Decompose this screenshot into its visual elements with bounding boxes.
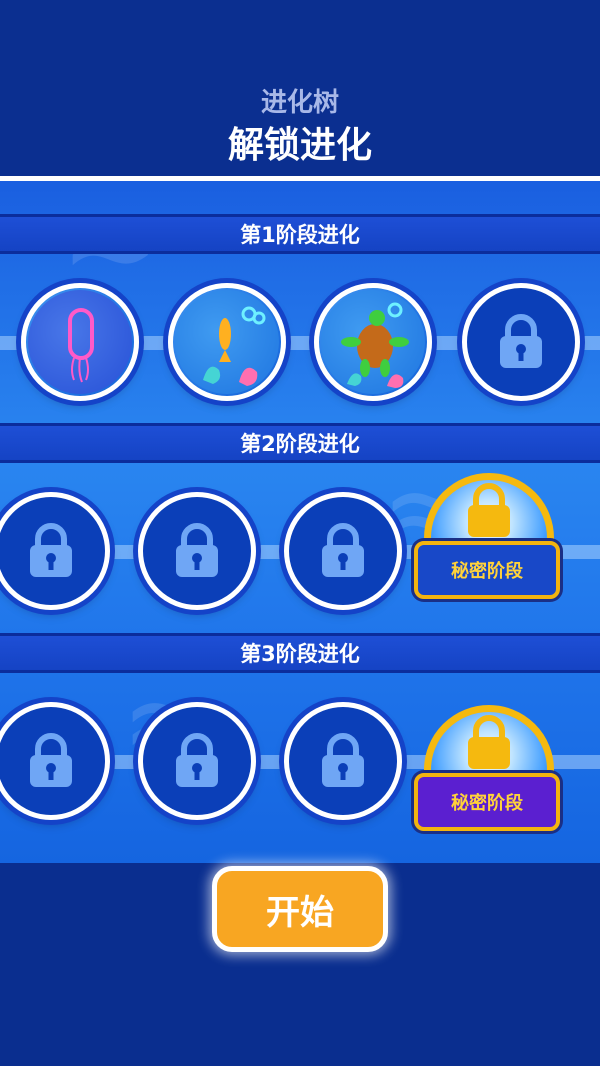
node-locked[interactable] bbox=[138, 492, 256, 610]
node-turtle[interactable] bbox=[314, 283, 432, 401]
lock-icon bbox=[500, 314, 542, 368]
lock-icon bbox=[322, 523, 364, 577]
gold-lock-icon bbox=[468, 483, 510, 537]
header: 进化树 解锁进化 bbox=[0, 0, 600, 176]
lock-icon bbox=[176, 523, 218, 577]
node-fish[interactable] bbox=[168, 283, 286, 401]
node-locked[interactable] bbox=[138, 702, 256, 820]
bacteria-icon bbox=[28, 290, 132, 394]
node-locked[interactable] bbox=[284, 702, 402, 820]
page-subtitle: 进化树 bbox=[260, 88, 339, 118]
lock-icon bbox=[30, 733, 72, 787]
secret-stage-2[interactable]: 秘密阶段 bbox=[414, 473, 564, 623]
stage-2-banner: 第2阶段进化 bbox=[0, 423, 600, 463]
node-locked[interactable] bbox=[462, 283, 580, 401]
stage-2-row: 秘密阶段 bbox=[0, 473, 600, 643]
node-bacteria[interactable] bbox=[21, 283, 139, 401]
stage-3-row: 秘密阶段 bbox=[0, 683, 600, 853]
lock-icon bbox=[176, 733, 218, 787]
secret-stage-3[interactable]: 秘密阶段 bbox=[414, 705, 564, 855]
lock-icon bbox=[30, 523, 72, 577]
page-title: 解锁进化 bbox=[227, 125, 372, 166]
evolution-board: ≈ ≈ ≈ 第1阶段进化 bbox=[0, 181, 600, 863]
node-locked[interactable] bbox=[0, 702, 110, 820]
stage-1-row bbox=[0, 264, 600, 434]
gold-lock-icon bbox=[468, 715, 510, 769]
start-button[interactable]: 开始 bbox=[212, 866, 388, 952]
fish-icon bbox=[175, 290, 279, 394]
node-locked[interactable] bbox=[284, 492, 402, 610]
lock-icon bbox=[322, 733, 364, 787]
node-locked[interactable] bbox=[0, 492, 110, 610]
secret-stage-badge: 秘密阶段 bbox=[414, 541, 560, 599]
stage-3-banner: 第3阶段进化 bbox=[0, 633, 600, 673]
stage-1-banner: 第1阶段进化 bbox=[0, 214, 600, 254]
turtle-icon bbox=[321, 290, 425, 394]
secret-stage-badge: 秘密阶段 bbox=[414, 773, 560, 831]
